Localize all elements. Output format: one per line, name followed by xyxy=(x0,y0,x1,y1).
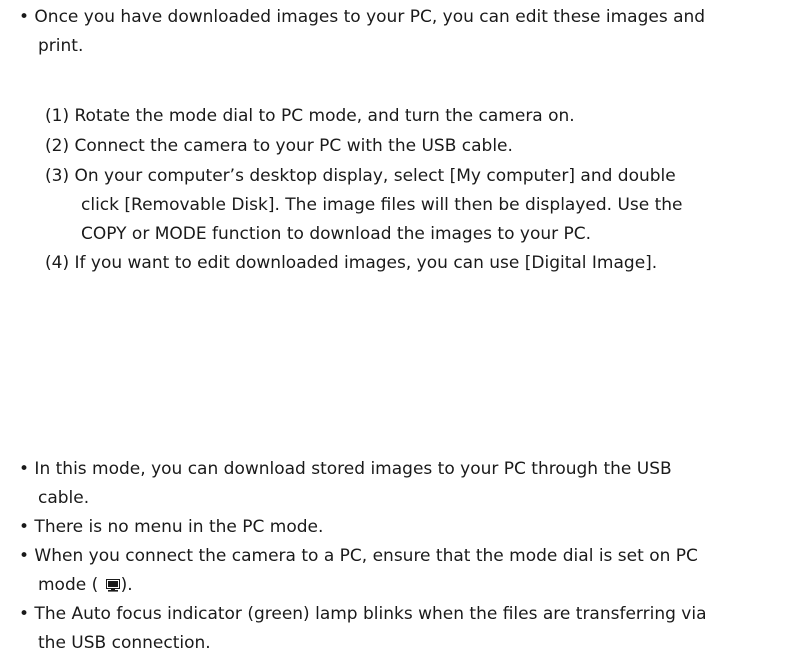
note-4-line-2: the USB connection. xyxy=(38,633,211,653)
intro-bullet-line-1: • Once you have downloaded images to you… xyxy=(19,7,706,27)
note-3-prefix: mode ( xyxy=(38,575,99,595)
note-3-suffix: ). xyxy=(120,575,133,595)
step-4: (4) If you want to edit downloaded image… xyxy=(45,253,658,273)
step-3-line-3: COPY or MODE function to download the im… xyxy=(81,224,592,244)
note-1-line-2: cable. xyxy=(38,488,90,508)
note-2: • There is no menu in the PC mode. xyxy=(19,517,324,537)
note-3-line-1: • When you connect the camera to a PC, e… xyxy=(19,546,698,566)
note-4-line-1: • The Auto focus indicator (green) lamp … xyxy=(19,604,707,624)
intro-bullet-line-2: print. xyxy=(38,36,84,56)
pc-monitor-icon xyxy=(105,573,120,592)
step-2: (2) Connect the camera to your PC with t… xyxy=(45,136,513,156)
step-3-line-2: click [Removable Disk]. The image files … xyxy=(81,195,683,215)
step-3-line-1: (3) On your computer’s desktop display, … xyxy=(45,166,676,186)
note-1-line-1: • In this mode, you can download stored … xyxy=(19,459,672,479)
step-1: (1) Rotate the mode dial to PC mode, and… xyxy=(45,106,575,126)
note-3-line-2: mode ( ). xyxy=(38,571,133,599)
